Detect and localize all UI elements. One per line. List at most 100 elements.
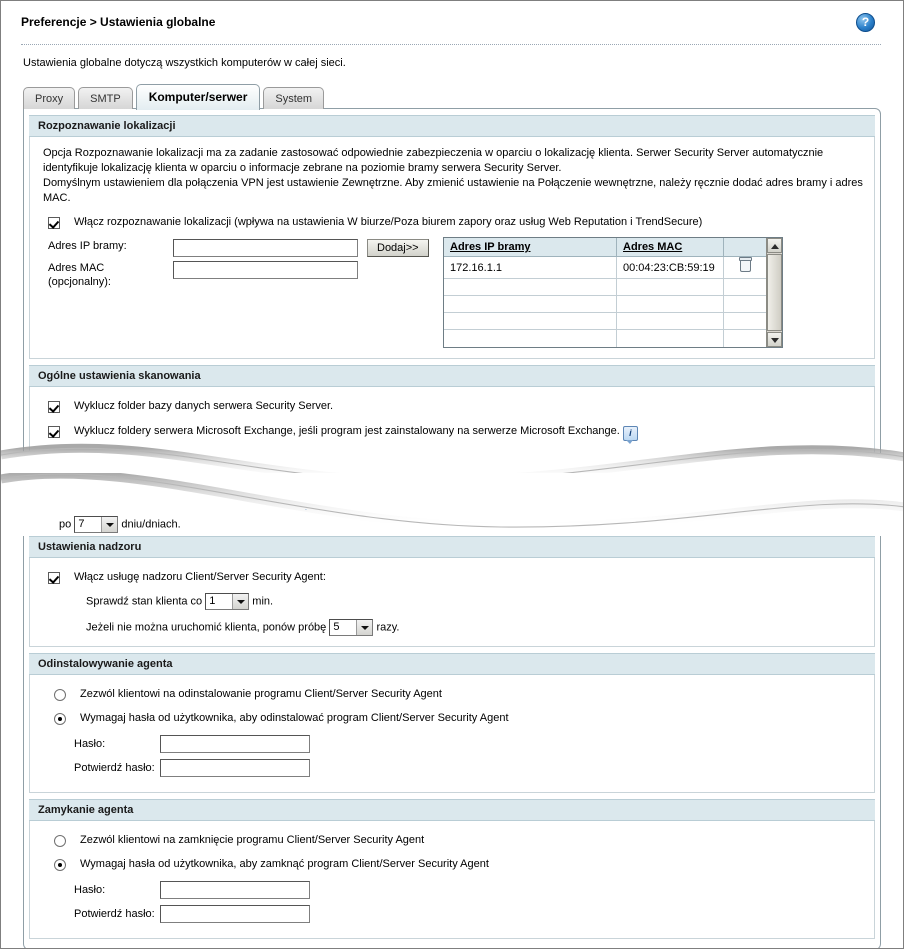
column-header-delete [723,238,766,257]
retention-days-value: 7 [78,518,85,530]
retention-suffix: dniu/dniach. [121,517,181,530]
retry-count-prefix: Jeżeli nie można uruchomić klienta, ponó… [86,620,327,633]
shutdown-allow-radio[interactable] [54,834,66,847]
shutdown-confirm-row-field: Potwierdź hasło: [74,902,310,926]
uninstall-password-fields: Hasło: Potwierdź hasło: [74,732,310,780]
gateway-form: Adres IP bramy: Dodaj>> Adres MAC (opcjo… [40,237,443,291]
uninstall-allow-row[interactable]: Zezwól klientowi na odinstalowanie progr… [54,688,864,701]
enable-location-awareness-checkbox[interactable] [48,217,60,229]
cell-mac [616,295,724,313]
description-paragraph-2: Domyślnym ustawieniem dla połączenia VPN… [43,177,863,204]
table-row [444,295,766,313]
uninstall-password-input[interactable] [160,734,310,753]
shutdown-confirm-input[interactable] [160,904,310,923]
gateway-list-table: Adres IP bramy Adres MAC 172.16.1.1 00:0… [444,238,766,347]
tab-smtp[interactable]: SMTP [78,87,133,109]
general-scan-obscured-spacer [40,441,864,463]
cell-delete [723,295,766,313]
table-row: 172.16.1.1 00:04:23:CB:59:19 [444,256,766,279]
exclude-db-folder-row[interactable]: Wyklucz folder bazy danych serwera Secur… [48,400,864,413]
uninstall-password-row-field: Hasło: [74,732,310,756]
add-gateway-button[interactable]: Dodaj>> [367,239,429,257]
section-body-uninstall: Zezwól klientowi na odinstalowanie progr… [29,674,875,793]
global-settings-page: Preferencje > Ustawienia globalne ? Usta… [0,0,904,949]
uninstall-password-field-label: Hasło: [74,737,106,750]
column-header-gateway-ip[interactable]: Adres IP bramy [444,238,617,257]
enable-watchdog-checkbox[interactable] [48,571,60,584]
chevron-down-icon[interactable] [232,593,249,609]
page-intro-text: Ustawienia globalne dotyczą wszystkich k… [23,57,346,69]
help-icon[interactable]: ? [856,13,875,32]
info-icon[interactable]: i [299,491,315,510]
gateway-ip-row: Adres IP bramy: Dodaj>> [48,237,429,259]
exclude-exchange-folders-text: Wyklucz foldery serwera Microsoft Exchan… [74,424,620,437]
section-header-shutdown: Zamykanie agenta [29,798,875,821]
trash-icon[interactable] [738,257,752,272]
gateway-list-scrollbar[interactable] [766,238,782,347]
cell-delete [723,329,766,347]
scrollbar-thumb[interactable] [767,254,782,331]
location-awareness-description: Opcja Rozpoznawanie lokalizacji ma za za… [43,146,864,206]
retry-count-row: Jeżeli nie można uruchomić klienta, ponó… [86,618,864,636]
shutdown-allow-label: Zezwól klientowi na zamknięcie programu … [80,833,425,846]
scroll-down-icon[interactable] [767,331,782,347]
mac-address-label-line1: Adres MAC [48,262,105,274]
cell-gateway-ip [444,295,617,313]
exclude-db-folder-checkbox[interactable] [48,400,60,413]
chevron-down-icon[interactable] [356,619,373,635]
uninstall-password-row[interactable]: Wymagaj hasła od użytkownika, aby odinst… [54,712,864,725]
shutdown-password-input-cell [160,878,310,902]
shutdown-allow-row[interactable]: Zezwól klientowi na zamknięcie programu … [54,834,864,847]
shutdown-password-radio[interactable] [54,858,66,871]
scroll-up-icon[interactable] [767,238,782,253]
obscured-option-fragment: men firmy Microsoft. i [197,490,315,510]
mac-address-label-line2: (opcjonalny): [48,276,111,288]
settings-panel-bottom: Ustawienia nadzoru Włącz usługę nadzoru … [23,535,881,948]
shutdown-password-input[interactable] [160,880,310,899]
gateway-ip-input[interactable] [173,239,358,257]
uninstall-confirm-input[interactable] [160,758,310,777]
info-icon[interactable]: i [622,425,638,444]
retry-count-select[interactable]: 5 [329,618,374,636]
tab-komputer-serwer[interactable]: Komputer/serwer [135,84,261,110]
check-interval-select[interactable]: 1 [205,592,250,610]
breadcrumb: Preferencje > Ustawienia globalne [21,15,216,29]
uninstall-password-radio[interactable] [54,712,66,725]
torn-fragment-row-2: po 7 dniu/dniach. [1,510,903,536]
cell-mac: 00:04:23:CB:59:19 [616,256,724,279]
mac-address-row: Adres MAC (opcjonalny): [48,259,429,291]
section-body-location-awareness: Opcja Rozpoznawanie lokalizacji ma za za… [29,137,875,359]
cell-mac [616,329,724,347]
uninstall-password-label: Wymagaj hasła od użytkownika, aby odinst… [80,711,509,724]
tab-system[interactable]: System [263,87,325,109]
retention-days-line: po 7 dniu/dniach. [59,515,181,533]
chevron-down-icon[interactable] [101,516,118,532]
tab-proxy[interactable]: Proxy [23,87,76,109]
exclude-exchange-folders-row[interactable]: Wyklucz foldery serwera Microsoft Exchan… [48,424,864,444]
shutdown-password-field-label: Hasło: [74,883,106,896]
section-header-uninstall: Odinstalowywanie agenta [29,652,875,675]
retry-count-suffix: razy. [376,620,400,633]
mac-address-label: Adres MAC (opcjonalny): [48,259,173,291]
cell-delete [723,278,766,296]
enable-watchdog-row[interactable]: Włącz usługę nadzoru Client/Server Secur… [48,571,864,584]
enable-location-awareness-row[interactable]: Włącz rozpoznawanie lokalizacji (wpływa … [48,216,864,229]
section-body-watchdog: Włącz usługę nadzoru Client/Server Secur… [29,557,875,647]
gateway-ip-input-cell [173,237,358,259]
uninstall-allow-radio[interactable] [54,688,66,701]
cell-delete[interactable] [723,256,766,279]
exclude-exchange-folders-checkbox[interactable] [48,425,60,438]
shutdown-password-row-field: Hasło: [74,878,310,902]
shutdown-password-row[interactable]: Wymagaj hasła od użytkownika, aby zamkną… [54,858,864,871]
obscured-option-fragment-text: men firmy Microsoft. [197,490,297,503]
check-interval-prefix: Sprawdź stan klienta co [86,594,203,607]
column-header-mac[interactable]: Adres MAC [616,238,724,257]
retention-days-select[interactable]: 7 [74,515,119,533]
mac-address-input[interactable] [173,261,358,279]
check-interval-suffix: min. [252,594,274,607]
uninstall-confirm-input-cell [160,756,310,780]
torn-fragment-row-1: men firmy Microsoft. i [1,488,903,510]
gateway-ip-label: Adres IP bramy: [48,240,127,252]
mac-row-spacer [358,259,429,291]
section-header-location-awareness: Rozpoznawanie lokalizacji [29,115,875,137]
